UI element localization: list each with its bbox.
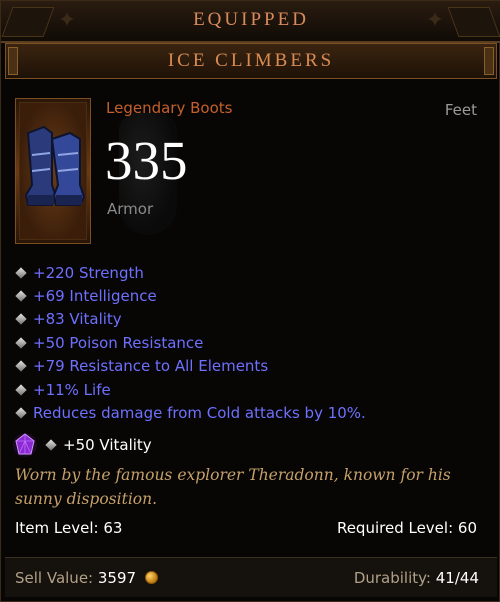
sell-label: Sell Value: [15, 569, 94, 587]
bullet-icon [15, 360, 27, 372]
sell-value: Sell Value: 3597 [15, 569, 158, 587]
armor-value: 335 [105, 130, 188, 191]
item-level: Item Level: 63 [15, 519, 123, 537]
socket-bonus: +50 Vitality [63, 436, 152, 454]
affix-text: Reduces damage from Cold attacks by 10%. [33, 404, 366, 423]
affix-text: +220 Strength [33, 263, 144, 282]
equipped-header: ✦ ✦ EQUIPPED [1, 1, 500, 43]
affix-item: Reduces damage from Cold attacks by 10%. [15, 401, 495, 424]
item-tooltip: ✦ ✦ EQUIPPED ICE CLIMBERS Legendary Boot… [0, 0, 500, 602]
affix-item: +69 Intelligence [15, 284, 495, 307]
bullet-icon [15, 407, 27, 419]
item-slot: Feet [444, 101, 477, 119]
affix-text: +83 Vitality [33, 310, 122, 329]
boots-icon [24, 125, 86, 206]
durability: Durability: 41/44 [354, 569, 479, 587]
affix-text: +50 Poison Resistance [33, 333, 204, 352]
item-name-banner: ICE CLIMBERS [5, 43, 497, 79]
affix-text: +11% Life [33, 380, 111, 399]
bullet-icon [15, 313, 27, 326]
flavor-text: Worn by the famous explorer Theradonn, k… [15, 466, 451, 508]
gold-coin-icon [144, 571, 158, 584]
affix-item: +11% Life [15, 378, 495, 401]
affix-item: +50 Poison Resistance [15, 331, 495, 354]
required-level: Required Level: 60 [336, 519, 477, 537]
affix-item: +83 Vitality [15, 308, 495, 331]
affix-text: +69 Intelligence [33, 287, 157, 306]
item-type: Legendary Boots [106, 99, 233, 117]
affix-item: +220 Strength [15, 261, 495, 284]
socket-row: +50 Vitality [13, 431, 152, 459]
tooltip-footer: Sell Value: 3597 Durability: 41/44 [5, 557, 497, 597]
bullet-icon [15, 383, 27, 396]
affix-text: +79 Resistance to All Elements [33, 357, 269, 376]
item-icon-frame [15, 98, 91, 244]
item-name: ICE CLIMBERS [167, 50, 335, 71]
affix-list: +220 Strength +69 Intelligence +83 Vital… [15, 261, 495, 425]
bullet-icon [15, 337, 27, 349]
armor-label: Armor [107, 200, 154, 218]
bullet-icon [15, 290, 27, 302]
affix-item: +79 Resistance to All Elements [15, 355, 495, 378]
sell-amount: 3597 [97, 569, 137, 587]
bullet-icon [45, 439, 57, 451]
equipped-label: EQUIPPED [193, 9, 309, 30]
durability-value: 41/44 [435, 569, 479, 587]
bullet-icon [15, 267, 27, 279]
amethyst-gem-icon [13, 432, 37, 458]
durability-label: Durability: [353, 569, 431, 587]
